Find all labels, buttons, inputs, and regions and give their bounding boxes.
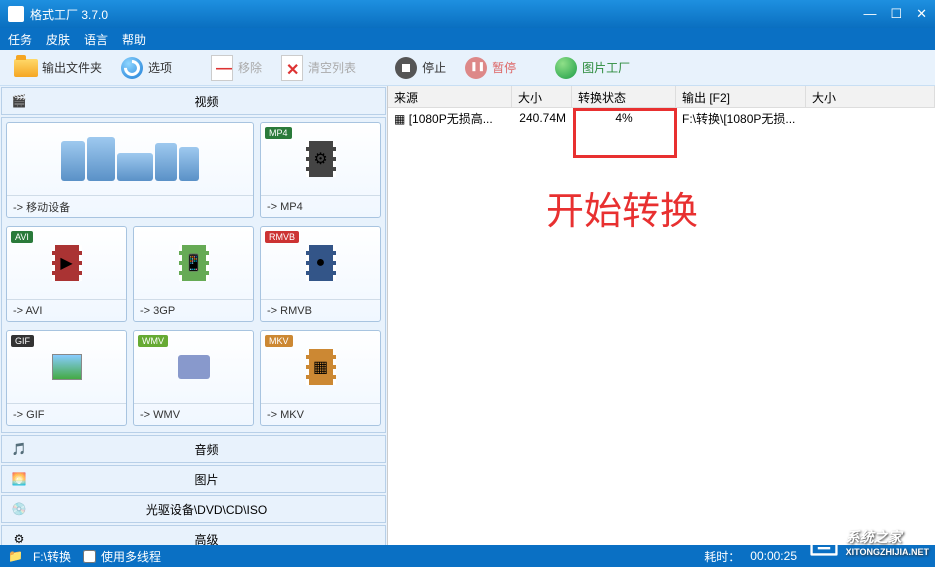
pause-label: 暂停: [492, 59, 516, 76]
left-panel: 🎬 视频 -> 移动设备 MP4 ⚙ -> MP4: [0, 86, 388, 546]
stop-label: 停止: [422, 59, 446, 76]
clear-list-button[interactable]: 清空列表: [274, 54, 362, 82]
tile-gif[interactable]: GIF -> GIF: [6, 330, 127, 426]
task-table-header: 来源 大小 转换状态 输出 [F2] 大小: [388, 86, 935, 108]
clear-icon: [281, 55, 303, 81]
gif-badge: GIF: [11, 335, 34, 347]
folder-icon: [14, 59, 38, 77]
title-bar: 格式工厂 3.7.0 — ☐ ✕: [0, 0, 935, 28]
maximize-button[interactable]: ☐: [890, 6, 902, 22]
picture-icon: [52, 354, 82, 380]
video-category-icon: 🎬: [10, 92, 28, 110]
file-icon: ▦: [394, 112, 405, 126]
camera-icon: [178, 355, 210, 379]
video-formats-grid: -> 移动设备 MP4 ⚙ -> MP4 AVI ▶ -> AVI 📱 -> 3GP…: [1, 117, 386, 433]
mp4-badge: MP4: [265, 127, 292, 139]
tile-devices-label: -> 移动设备: [7, 195, 253, 217]
col-header-size[interactable]: 大小: [512, 86, 572, 107]
tile-3gp[interactable]: 📱 -> 3GP: [133, 226, 254, 322]
col-header-status[interactable]: 转换状态: [572, 86, 676, 107]
multithread-checkbox[interactable]: [83, 550, 96, 563]
multithread-label: 使用多线程: [101, 548, 161, 565]
category-audio-label: 音频: [36, 441, 377, 458]
col-header-output[interactable]: 输出 [F2]: [676, 86, 806, 107]
tile-gif-label: -> GIF: [7, 403, 126, 425]
stop-icon: [395, 57, 417, 79]
category-picture[interactable]: 🌅 图片: [1, 465, 386, 493]
output-path[interactable]: F:\转换: [33, 548, 71, 565]
category-video-label: 视频: [36, 93, 377, 110]
category-disc-label: 光驱设备\DVD\CD\ISO: [36, 501, 377, 518]
folder-small-icon: 📁: [8, 549, 23, 563]
options-button[interactable]: 选项: [114, 54, 178, 82]
cell-output: F:\转换\[1080P无损...: [676, 108, 806, 129]
film-icon: ⚙: [306, 141, 336, 177]
picture-factory-label: 图片工厂: [582, 59, 630, 76]
clear-label: 清空列表: [308, 59, 356, 76]
category-audio[interactable]: 🎵 音频: [1, 435, 386, 463]
menu-help[interactable]: 帮助: [122, 31, 146, 48]
remove-button[interactable]: 移除: [204, 54, 268, 82]
film-icon: ●: [306, 245, 336, 281]
film-icon: 📱: [179, 245, 209, 281]
menu-language[interactable]: 语言: [84, 31, 108, 48]
picture-factory-icon: [555, 57, 577, 79]
menu-bar: 任务 皮肤 语言 帮助: [0, 28, 935, 50]
elapsed-label: 耗时：: [704, 548, 740, 565]
tile-rmvb-label: -> RMVB: [261, 299, 380, 321]
app-icon: [8, 6, 24, 22]
status-bar: 📁 F:\转换 使用多线程 耗时： 00:00:25: [0, 545, 935, 567]
wmv-badge: WMV: [138, 335, 168, 347]
window-title: 格式工厂 3.7.0: [30, 6, 863, 23]
tile-mkv[interactable]: MKV ▦ -> MKV: [260, 330, 381, 426]
category-picture-label: 图片: [36, 471, 377, 488]
output-folder-button[interactable]: 输出文件夹: [8, 54, 108, 82]
tile-mp4-label: -> MP4: [261, 195, 380, 217]
col-header-size2[interactable]: 大小: [806, 86, 935, 107]
cell-source: [1080P无损高...: [409, 112, 493, 126]
remove-icon: [211, 55, 233, 81]
mkv-badge: MKV: [265, 335, 293, 347]
output-folder-label: 输出文件夹: [42, 59, 102, 76]
pause-button[interactable]: 暂停: [458, 54, 522, 82]
tile-wmv[interactable]: WMV -> WMV: [133, 330, 254, 426]
tile-avi-label: -> AVI: [7, 299, 126, 321]
tile-rmvb[interactable]: RMVB ● -> RMVB: [260, 226, 381, 322]
picture-factory-button[interactable]: 图片工厂: [548, 54, 636, 82]
options-label: 选项: [148, 59, 172, 76]
minimize-button[interactable]: —: [863, 6, 876, 22]
film-icon: ▶: [52, 245, 82, 281]
multithread-option[interactable]: 使用多线程: [81, 548, 161, 565]
cell-size2: [806, 116, 935, 120]
pause-icon: [465, 57, 487, 79]
picture-category-icon: 🌅: [10, 470, 28, 488]
tile-mobile-devices[interactable]: -> 移动设备: [6, 122, 254, 218]
col-header-source[interactable]: 来源: [388, 86, 512, 107]
category-disc[interactable]: 💿 光驱设备\DVD\CD\ISO: [1, 495, 386, 523]
toolbar: 输出文件夹 选项 移除 清空列表 停止 暂停 图片工厂: [0, 50, 935, 86]
devices-icon: [61, 137, 199, 181]
cell-size: 240.74M: [512, 109, 572, 127]
close-button[interactable]: ✕: [916, 6, 927, 22]
tile-wmv-label: -> WMV: [134, 403, 253, 425]
options-icon: [121, 57, 143, 79]
tile-3gp-label: -> 3GP: [134, 299, 253, 321]
avi-badge: AVI: [11, 231, 33, 243]
film-icon: ▦: [306, 349, 336, 385]
tile-mp4[interactable]: MP4 ⚙ -> MP4: [260, 122, 381, 218]
menu-skin[interactable]: 皮肤: [46, 31, 70, 48]
category-video[interactable]: 🎬 视频: [1, 87, 386, 115]
stop-button[interactable]: 停止: [388, 54, 452, 82]
disc-category-icon: 💿: [10, 500, 28, 518]
annotation-text: 开始转换: [546, 180, 698, 235]
remove-label: 移除: [238, 59, 262, 76]
tile-mkv-label: -> MKV: [261, 403, 380, 425]
rmvb-badge: RMVB: [265, 231, 299, 243]
menu-task[interactable]: 任务: [8, 31, 32, 48]
tile-avi[interactable]: AVI ▶ -> AVI: [6, 226, 127, 322]
elapsed-value: 00:00:25: [750, 549, 797, 563]
audio-category-icon: 🎵: [10, 440, 28, 458]
annotation-highlight-box: [573, 108, 677, 158]
